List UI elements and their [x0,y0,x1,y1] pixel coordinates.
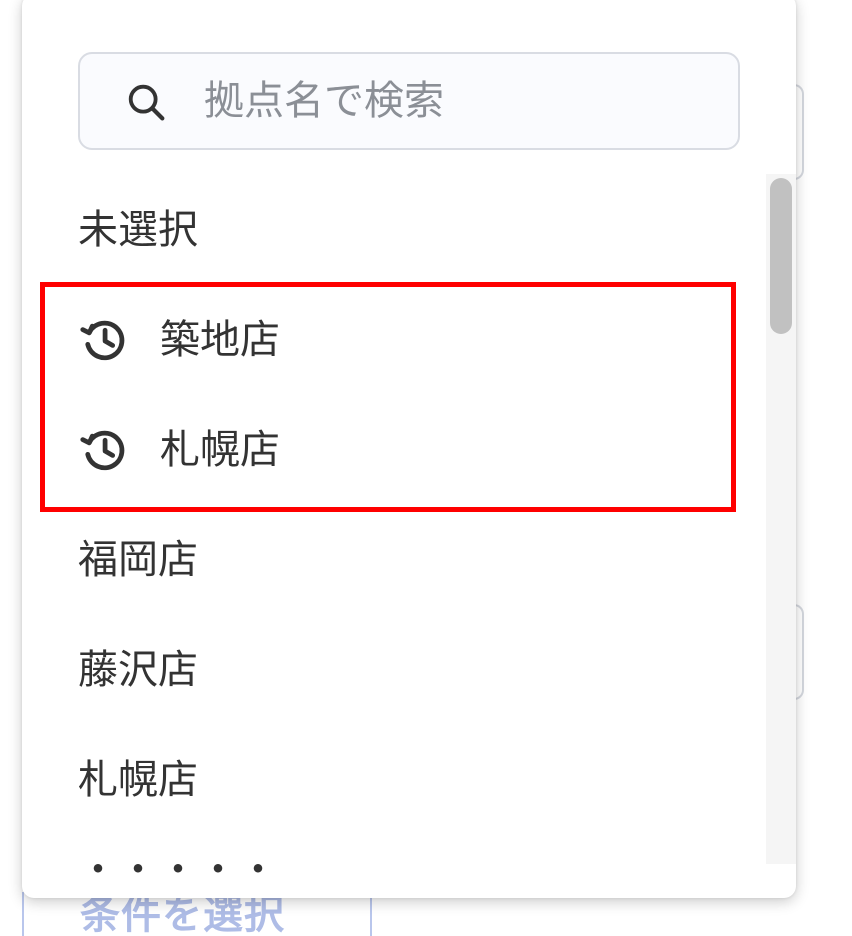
condition-select-button[interactable]: 条件を選択 [22,892,372,936]
option-label: 築地店 [160,317,280,363]
search-icon [128,84,165,121]
scrollbar-thumb[interactable] [770,178,792,334]
option-label: 藤沢店 [78,647,198,693]
history-icon [80,320,125,361]
option-label: 未選択 [78,207,198,253]
option-fukuoka[interactable]: 福岡店 [22,506,762,614]
option-label: 札幌店 [78,757,198,803]
store-dropdown-panel: 未選択 築地店 札幌店 福岡店 藤沢店 札幌店 [22,0,796,898]
page: 条件を選択 未選択 築地店 [0,0,852,936]
option-partial[interactable]: ・・・・・ [78,846,278,894]
history-icon [80,430,125,471]
option-fujisawa[interactable]: 藤沢店 [22,616,762,724]
option-history-sapporo[interactable]: 札幌店 [22,396,762,504]
option-history-tsukiji[interactable]: 築地店 [22,286,762,394]
search-box[interactable] [78,52,740,150]
condition-select-label: 条件を選択 [80,892,285,936]
option-sapporo[interactable]: 札幌店 [22,726,762,834]
option-unselected[interactable]: 未選択 [22,176,762,284]
option-label: 札幌店 [160,427,280,473]
option-label: 福岡店 [78,537,198,583]
search-input[interactable] [204,68,704,134]
